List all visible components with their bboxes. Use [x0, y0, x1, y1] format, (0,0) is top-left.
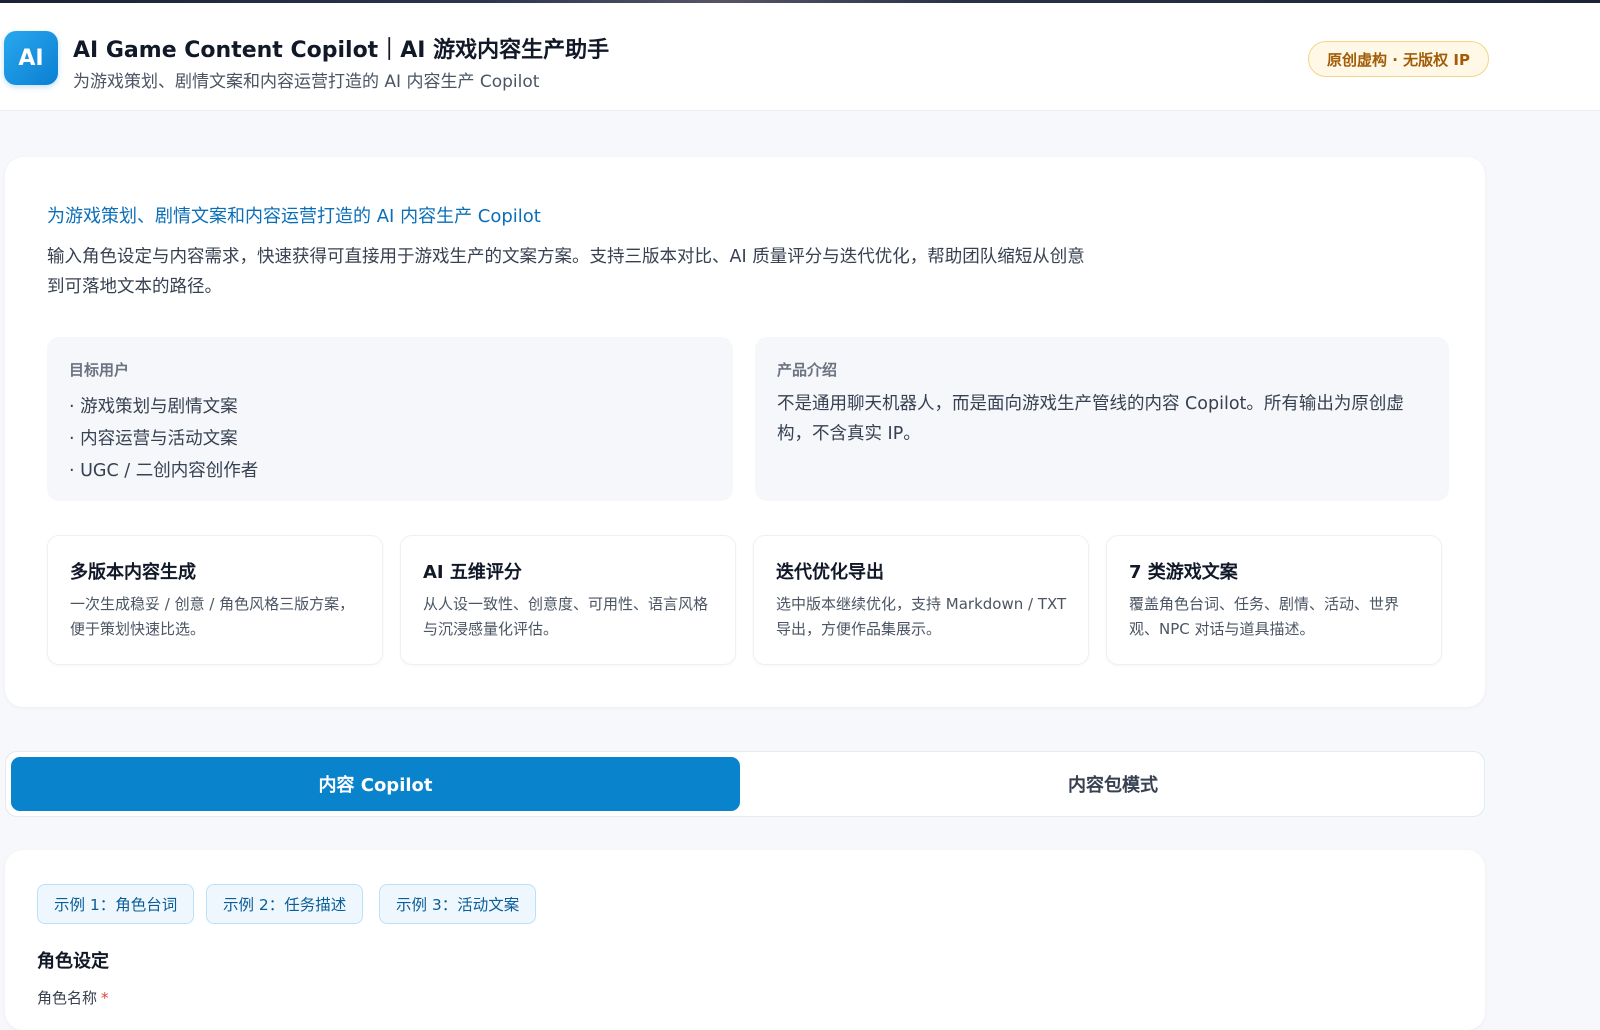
tab-content-pack-mode[interactable]: 内容包模式 — [746, 757, 1480, 811]
copilot-form: 示例 1：角色台词 示例 2：任务描述 示例 3：活动文案 角色设定 角色名称 * — [5, 850, 1485, 1030]
target-users-list: · 游戏策划与剧情文案 · 内容运营与活动文案 · UGC / 二创内容创作者 — [69, 391, 258, 487]
feature-title: AI 五维评分 — [423, 562, 522, 583]
feature-description: 从人设一致性、创意度、可用性、语言风格与沉浸感量化评估。 — [423, 595, 709, 638]
feature-description: 选中版本继续优化，支持 Markdown / TXT 导出，方便作品集展示。 — [776, 595, 1067, 638]
feature-card-ai-scoring: AI 五维评分 从人设一致性、创意度、可用性、语言风格与沉浸感量化评估。 — [400, 535, 736, 665]
target-users-card: 目标用户 · 游戏策划与剧情文案 · 内容运营与活动文案 · UGC / 二创内… — [47, 337, 733, 501]
field-label-text: 角色名称 — [37, 989, 98, 1007]
feature-card-iterate-export: 迭代优化导出 选中版本继续优化，支持 Markdown / TXT 导出，方便作… — [753, 535, 1089, 665]
example-2-button[interactable]: 示例 2：任务描述 — [206, 884, 364, 924]
mode-tabs: 内容 Copilot 内容包模式 — [5, 751, 1485, 817]
feature-title: 多版本内容生成 — [70, 562, 196, 583]
app-logo: AI — [4, 31, 58, 85]
feature-description: 覆盖角色台词、任务、剧情、活动、世界观、NPC 对话与道具描述。 — [1129, 595, 1400, 638]
app-subtitle: 为游戏策划、剧情文案和内容运营打造的 AI 内容生产 Copilot — [73, 72, 540, 92]
example-3-button[interactable]: 示例 3：活动文案 — [379, 884, 537, 924]
product-intro-label: 产品介绍 — [777, 361, 838, 379]
example-1-button[interactable]: 示例 1：角色台词 — [37, 884, 195, 924]
character-settings-heading: 角色设定 — [37, 951, 109, 972]
app-title: AI Game Content Copilot｜AI 游戏内容生产助手 — [73, 38, 610, 63]
feature-card-multi-version: 多版本内容生成 一次生成稳妥 / 创意 / 角色风格三版方案，便于策划快速比选。 — [47, 535, 383, 665]
hero-description: 输入角色设定与内容需求，快速获得可直接用于游戏生产的文案方案。支持三版本对比、A… — [47, 247, 1085, 297]
feature-card-content-types: 7 类游戏文案 覆盖角色台词、任务、剧情、活动、世界观、NPC 对话与道具描述。 — [1106, 535, 1442, 665]
feature-title: 迭代优化导出 — [776, 562, 884, 583]
list-item: · 内容运营与活动文案 — [69, 429, 238, 449]
tab-content-copilot[interactable]: 内容 Copilot — [11, 757, 740, 811]
app-header: AI AI Game Content Copilot｜AI 游戏内容生产助手 为… — [0, 3, 1600, 111]
character-name-label: 角色名称 * — [37, 987, 109, 1008]
list-item: · 游戏策划与剧情文案 — [69, 397, 238, 417]
hero-tagline: 为游戏策划、剧情文案和内容运营打造的 AI 内容生产 Copilot — [47, 206, 541, 227]
intro-panel: 为游戏策划、剧情文案和内容运营打造的 AI 内容生产 Copilot 输入角色设… — [5, 157, 1485, 707]
target-users-label: 目标用户 — [69, 361, 130, 379]
list-item: · UGC / 二创内容创作者 — [69, 461, 259, 481]
feature-description: 一次生成稳妥 / 创意 / 角色风格三版方案，便于策划快速比选。 — [70, 595, 355, 638]
feature-title: 7 类游戏文案 — [1129, 562, 1238, 583]
original-ip-badge: 原创虚构 · 无版权 IP — [1308, 41, 1489, 77]
required-marker: * — [101, 989, 109, 1007]
product-intro-text: 不是通用聊天机器人，而是面向游戏生产管线的内容 Copilot。所有输出为原创虚… — [777, 394, 1404, 444]
product-intro-card: 产品介绍 不是通用聊天机器人，而是面向游戏生产管线的内容 Copilot。所有输… — [755, 337, 1449, 501]
